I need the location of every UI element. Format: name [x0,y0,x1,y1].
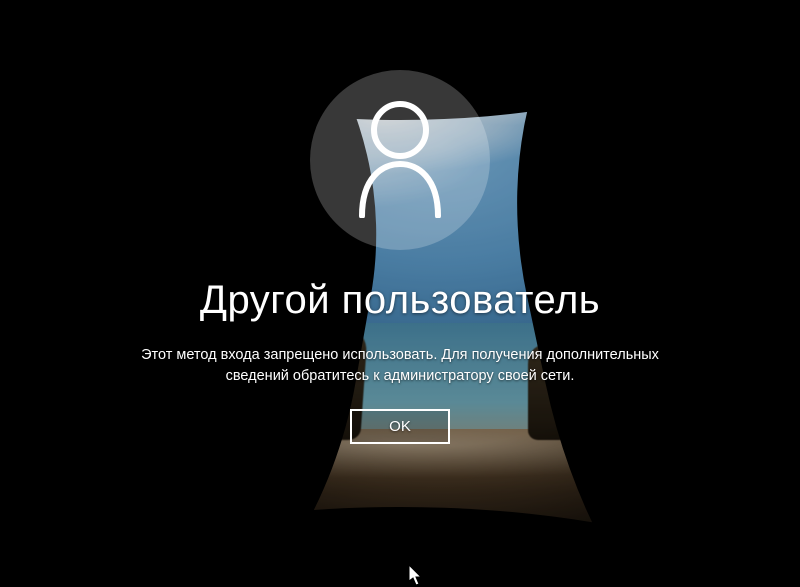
login-panel: Другой пользователь Этот метод входа зап… [0,70,800,444]
user-avatar [310,70,490,250]
ok-button[interactable]: OK [350,409,450,444]
username-label: Другой пользователь [200,278,600,323]
signin-error-message: Этот метод входа запрещено использовать.… [140,345,660,387]
user-icon [350,98,450,223]
